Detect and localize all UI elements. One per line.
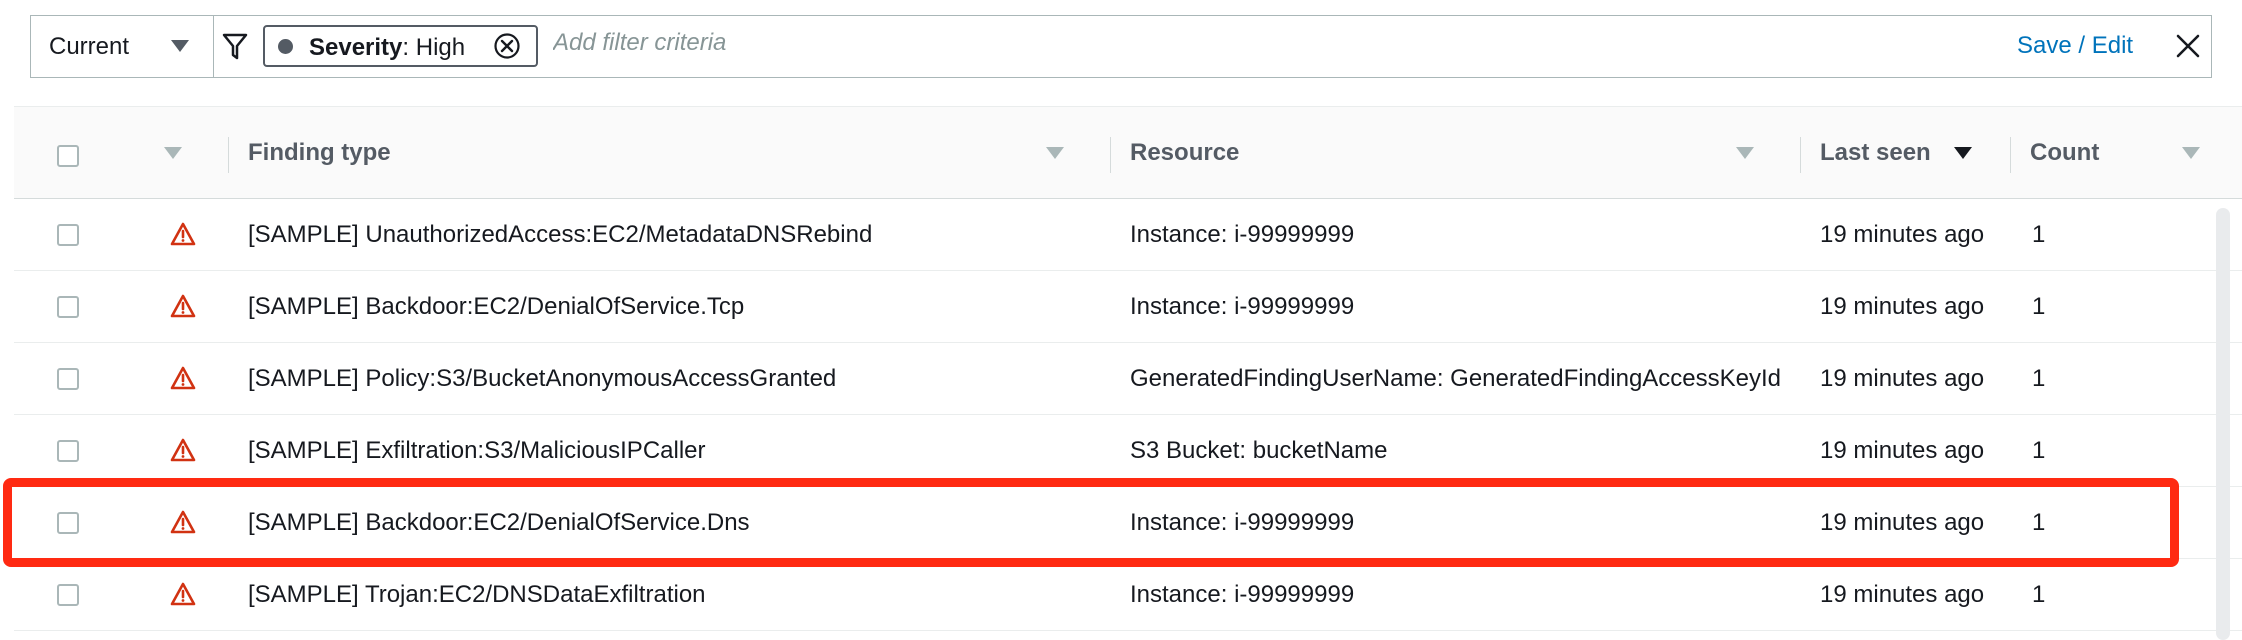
close-icon[interactable] bbox=[2175, 33, 2201, 59]
column-separator bbox=[228, 137, 229, 173]
table-header: Finding type Resource Last seen Count bbox=[14, 106, 2242, 199]
column-header-finding-type[interactable]: Finding type bbox=[248, 139, 391, 167]
finding-type-sort-caret-icon[interactable] bbox=[1046, 147, 1064, 159]
view-select[interactable]: Current bbox=[31, 16, 214, 77]
warning-triangle-icon bbox=[170, 582, 196, 606]
last-seen-cell: 19 minutes ago bbox=[1820, 509, 1985, 536]
warning-triangle-icon bbox=[170, 222, 196, 246]
filter-token-separator: : bbox=[402, 34, 416, 61]
last-seen-cell: 19 minutes ago bbox=[1820, 221, 1985, 248]
row-checkbox[interactable] bbox=[57, 224, 79, 246]
finding-type-cell[interactable]: [SAMPLE] Backdoor:EC2/DenialOfService.Tc… bbox=[248, 293, 1088, 321]
column-separator bbox=[1110, 137, 1111, 173]
last-seen-sort-caret-icon[interactable] bbox=[1954, 147, 1972, 159]
count-sort-caret-icon[interactable] bbox=[2182, 147, 2200, 159]
warning-triangle-icon bbox=[170, 510, 196, 534]
count-cell: 1 bbox=[2032, 509, 2046, 536]
filter-token-label: Severity: High bbox=[309, 34, 465, 62]
table-row[interactable]: [SAMPLE] UnauthorizedAccess:EC2/Metadata… bbox=[14, 199, 2242, 271]
column-header-count[interactable]: Count bbox=[2030, 139, 2099, 167]
count-cell: 1 bbox=[2032, 581, 2046, 608]
row-checkbox[interactable] bbox=[57, 440, 79, 462]
row-checkbox[interactable] bbox=[57, 296, 79, 318]
severity-dot-icon bbox=[278, 39, 293, 54]
table-row[interactable]: [SAMPLE] Policy:S3/BucketAnonymousAccess… bbox=[14, 343, 2242, 415]
resource-cell: S3 Bucket: bucketName bbox=[1130, 437, 1388, 464]
resource-cell: Instance: i-99999999 bbox=[1130, 509, 1355, 536]
count-cell: 1 bbox=[2032, 437, 2046, 464]
table-row[interactable]: [SAMPLE] Exfiltration:S3/MaliciousIPCall… bbox=[14, 415, 2242, 487]
warning-triangle-icon bbox=[170, 438, 196, 462]
filter-token-value: High bbox=[415, 34, 466, 61]
caret-down-icon bbox=[171, 40, 189, 52]
filter-token-key: Severity bbox=[309, 34, 403, 61]
last-seen-cell: 19 minutes ago bbox=[1820, 437, 1985, 464]
resource-sort-caret-icon[interactable] bbox=[1736, 147, 1754, 159]
row-checkbox[interactable] bbox=[57, 512, 79, 534]
resource-cell: Instance: i-99999999 bbox=[1130, 221, 1355, 248]
row-checkbox[interactable] bbox=[57, 584, 79, 606]
table-row[interactable]: [SAMPLE] Backdoor:EC2/DenialOfService.Tc… bbox=[14, 271, 2242, 343]
finding-type-cell[interactable]: [SAMPLE] Exfiltration:S3/MaliciousIPCall… bbox=[248, 437, 1088, 465]
filter-bar: Current Severity: High Save / Edit bbox=[30, 15, 2212, 78]
column-separator bbox=[2010, 137, 2011, 173]
count-cell: 1 bbox=[2032, 293, 2046, 320]
finding-type-cell[interactable]: [SAMPLE] Backdoor:EC2/DenialOfService.Dn… bbox=[248, 509, 1088, 537]
filter-icon bbox=[222, 33, 248, 60]
table-scrollbar[interactable] bbox=[2216, 208, 2230, 640]
last-seen-cell: 19 minutes ago bbox=[1820, 293, 1985, 320]
finding-type-cell[interactable]: [SAMPLE] Trojan:EC2/DNSDataExfiltration bbox=[248, 581, 1088, 609]
filter-token-severity[interactable]: Severity: High bbox=[263, 25, 538, 67]
column-header-last-seen[interactable]: Last seen bbox=[1820, 139, 1931, 167]
finding-type-cell[interactable]: [SAMPLE] UnauthorizedAccess:EC2/Metadata… bbox=[248, 221, 1088, 249]
column-separator bbox=[1800, 137, 1801, 173]
remove-token-icon[interactable] bbox=[493, 32, 521, 60]
select-all-checkbox[interactable] bbox=[57, 145, 79, 167]
severity-sort-caret-icon[interactable] bbox=[164, 147, 182, 159]
findings-table: Finding type Resource Last seen Count [S… bbox=[14, 106, 2242, 640]
resource-cell: GeneratedFindingUserName: GeneratedFindi… bbox=[1130, 365, 1782, 392]
last-seen-cell: 19 minutes ago bbox=[1820, 581, 1985, 608]
view-select-value: Current bbox=[49, 33, 130, 60]
column-header-resource[interactable]: Resource bbox=[1130, 139, 1239, 167]
last-seen-cell: 19 minutes ago bbox=[1820, 365, 1985, 392]
row-checkbox[interactable] bbox=[57, 368, 79, 390]
table-row[interactable]: [SAMPLE] Backdoor:EC2/DenialOfService.Dn… bbox=[14, 487, 2242, 559]
table-row[interactable]: [SAMPLE] Trojan:EC2/DNSDataExfiltration … bbox=[14, 559, 2242, 631]
save-edit-link[interactable]: Save / Edit bbox=[2017, 32, 2133, 60]
filter-criteria-input[interactable] bbox=[551, 28, 1055, 58]
count-cell: 1 bbox=[2032, 221, 2046, 248]
resource-cell: Instance: i-99999999 bbox=[1130, 293, 1355, 320]
count-cell: 1 bbox=[2032, 365, 2046, 392]
warning-triangle-icon bbox=[170, 294, 196, 318]
warning-triangle-icon bbox=[170, 366, 196, 390]
finding-type-cell[interactable]: [SAMPLE] Policy:S3/BucketAnonymousAccess… bbox=[248, 365, 1088, 393]
resource-cell: Instance: i-99999999 bbox=[1130, 581, 1355, 608]
